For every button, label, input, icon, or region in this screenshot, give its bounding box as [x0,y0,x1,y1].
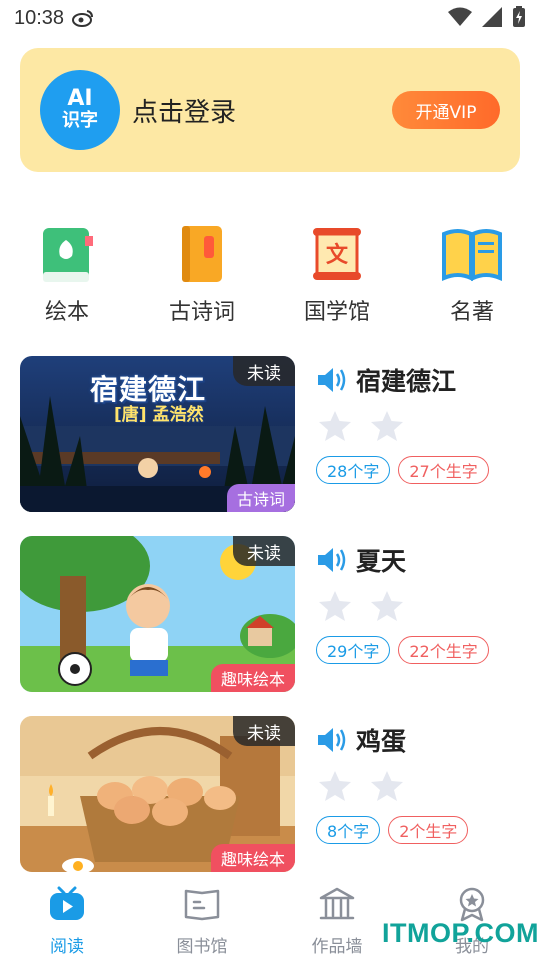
new-char-count-tag: 27个生字 [398,456,489,484]
weibo-icon [72,10,94,27]
category-classics[interactable]: 名著 [417,224,527,326]
status-time: 10:38 [14,6,65,29]
status-bar: 10:38 [0,0,540,36]
vip-button[interactable]: 开通VIP [392,91,500,129]
tab-works-wall[interactable]: 作品墙 [282,886,392,957]
avatar-ai-text: AI [67,86,93,111]
category-badge: 古诗词 [226,484,295,512]
book-item[interactable]: 宿建德江 [唐] 孟浩然 未读 古诗词 宿建德江 28个字 27个生字 [20,356,520,512]
login-prompt[interactable]: 点击登录 [132,92,236,129]
tab-library[interactable]: 图书馆 [147,886,257,957]
category-label: 名著 [449,300,494,325]
star-icon [319,771,351,801]
title-row: 鸡蛋 [316,716,520,764]
star-icon [371,771,403,801]
star-rating [318,410,520,442]
poetry-book-icon [182,226,222,282]
tags: 8个字 2个生字 [316,816,520,844]
scroll-icon: 文 [313,228,361,280]
star-icon [319,591,351,621]
medal-icon [459,887,485,922]
picture-book-icon [43,228,93,282]
status-icons [448,6,526,28]
open-book-icon [442,229,502,282]
book-cover[interactable]: 宿建德江 [唐] 孟浩然 未读 古诗词 [20,356,295,512]
title-row: 夏天 [316,536,520,584]
login-card[interactable]: AI 识字 点击登录 开通VIP [20,48,520,172]
title-row: 宿建德江 [316,356,520,404]
book-item[interactable]: 未读 趣味绘本 鸡蛋 8个字 2个生字 [20,716,520,872]
tags: 29个字 22个生字 [316,636,520,664]
book-title[interactable]: 夏天 [356,542,406,578]
tab-reading[interactable]: 阅读 [12,886,122,957]
unread-badge: 未读 [233,356,295,386]
book-info: 宿建德江 28个字 27个生字 [316,356,520,484]
char-count-tag: 28个字 [316,456,391,484]
char-count-tag: 8个字 [316,816,381,844]
tv-play-icon [50,886,84,920]
book-info: 鸡蛋 8个字 2个生字 [316,716,520,844]
category-guoxue[interactable]: 文 国学馆 [282,224,392,326]
char-count-tag: 29个字 [316,636,391,664]
star-rating [318,770,520,802]
tags: 28个字 27个生字 [316,456,520,484]
watermark: ITMOP.COM [382,918,540,948]
tab-label: 作品墙 [311,937,363,957]
book-title[interactable]: 宿建德江 [356,362,456,398]
book-cover[interactable]: 未读 趣味绘本 [20,536,295,692]
category-poetry[interactable]: 古诗词 [147,224,257,326]
category-label: 国学馆 [303,300,370,325]
book-item[interactable]: 未读 趣味绘本 夏天 29个字 22个生字 [20,536,520,692]
category-badge: 趣味绘本 [210,664,295,692]
category-badge: 趣味绘本 [210,844,295,872]
book-info: 夏天 29个字 22个生字 [316,536,520,664]
category-label: 古诗词 [168,300,235,325]
unread-badge: 未读 [233,716,295,746]
cover-author: [唐] 孟浩然 [114,405,204,425]
avatar-sub-text: 识字 [62,110,98,131]
speaker-icon[interactable] [316,366,348,394]
book-title[interactable]: 鸡蛋 [356,722,406,758]
star-rating [318,590,520,622]
unread-badge: 未读 [233,536,295,566]
star-icon [371,411,403,441]
new-char-count-tag: 22个生字 [398,636,489,664]
star-icon [319,411,351,441]
category-row: 绘本 古诗词 文 国学馆 名著 [0,224,540,326]
category-picture-book[interactable]: 绘本 [12,224,122,326]
tab-label: 阅读 [50,937,84,957]
new-char-count-tag: 2个生字 [388,816,469,844]
avatar[interactable]: AI 识字 [40,70,120,150]
star-icon [371,591,403,621]
category-label: 绘本 [44,300,89,325]
book-cover[interactable]: 未读 趣味绘本 [20,716,295,872]
book-icon [184,889,220,921]
signal-icon [482,7,502,27]
battery-icon [513,6,525,27]
wifi-icon [448,7,472,26]
speaker-icon[interactable] [316,546,348,574]
tab-label: 图书馆 [176,937,228,957]
speaker-icon[interactable] [316,726,348,754]
svg-text:文: 文 [326,242,349,268]
museum-icon [319,887,355,920]
